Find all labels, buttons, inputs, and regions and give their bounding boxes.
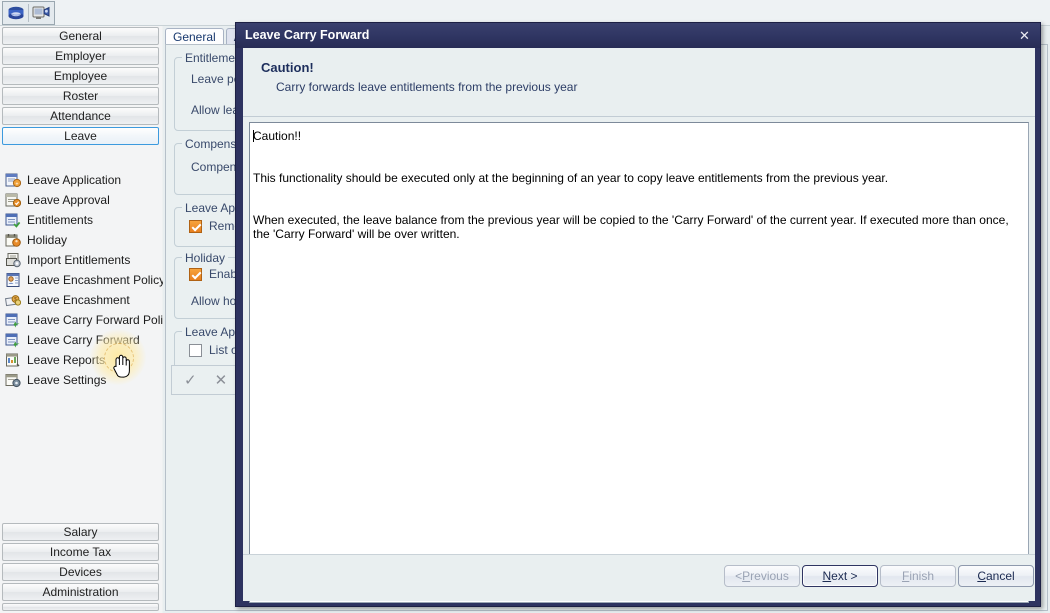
sidebar-top-nav: General Employer Employee Roster Attenda… (0, 26, 162, 147)
sidebar-item-leave-encashment-policy[interactable]: Leave Encashment Policy (0, 270, 166, 290)
sidebar-leaf-list: + Leave Application Leave Approval Entit… (0, 170, 175, 390)
dialog-banner: Caution! Carry forwards leave entitlemen… (243, 48, 1035, 117)
sidebar-nav-income-tax[interactable]: Income Tax (2, 543, 159, 561)
dialog-body: Caution! Carry forwards leave entitlemen… (243, 48, 1035, 603)
dialog-footer: < Previous Next > Finish Cancel (243, 554, 1035, 601)
sidebar-nav-general[interactable]: General (2, 27, 159, 45)
sidebar-item-leave-carry-forward-policy[interactable]: Leave Carry Forward Policy (0, 310, 175, 330)
sidebar-item-leave-settings[interactable]: Leave Settings (0, 370, 162, 390)
group-title: Holiday (182, 251, 229, 265)
sidebar-item-holiday[interactable]: Holiday (0, 230, 162, 250)
previous-button[interactable]: < Previous (724, 565, 800, 587)
sidebar-nav-roster[interactable]: Roster (2, 87, 159, 105)
sidebar: General Employer Employee Roster Attenda… (0, 26, 175, 613)
banner-heading: Caution! (261, 60, 314, 75)
banner-subheading: Carry forwards leave entitlements from t… (276, 80, 578, 94)
camera-monitor-icon[interactable] (29, 3, 53, 24)
checkbox-list-only[interactable] (189, 344, 202, 357)
sidebar-item-label: Leave Carry Forward Policy (27, 313, 176, 327)
checkbox-enable[interactable] (189, 268, 202, 281)
dialog-text-area[interactable]: Caution!! This functionality should be e… (249, 122, 1029, 603)
sidebar-item-label: Leave Encashment (27, 293, 130, 307)
sidebar-item-label: Leave Carry Forward (27, 333, 140, 347)
leave-carry-forward-icon (5, 332, 21, 348)
sidebar-item-label: Leave Approval (27, 193, 110, 207)
application-window: General Employer Employee Roster Attenda… (0, 0, 1050, 613)
book-database-icon[interactable] (4, 3, 28, 24)
cross-icon[interactable]: ✕ (215, 371, 228, 389)
sidebar-item-leave-approval[interactable]: Leave Approval (0, 190, 162, 210)
leave-approval-icon (5, 192, 22, 208)
leave-reports-icon (5, 352, 21, 368)
cancel-button[interactable]: Cancel (958, 565, 1034, 587)
sidebar-item-label: Import Entitlements (27, 253, 131, 267)
leave-carry-forward-dialog: Leave Carry Forward ✕ Caution! Carry for… (235, 22, 1041, 607)
dialog-text-line-3: When executed, the leave balance from th… (253, 213, 1009, 241)
sidebar-item-label: Leave Application (27, 173, 122, 187)
sidebar-item-leave-encashment[interactable]: $ Leave Encashment (0, 290, 162, 310)
entitlements-icon (5, 212, 21, 228)
dialog-title-text: Leave Carry Forward (245, 28, 370, 42)
sidebar-item-label: Leave Settings (27, 373, 107, 387)
finish-button[interactable]: Finish (880, 565, 956, 587)
checkbox-remove[interactable] (189, 220, 202, 233)
dialog-text-line-2: This functionality should be executed on… (253, 171, 889, 185)
dialog-text-line-1: Caution!! (253, 129, 302, 143)
sidebar-item-leave-reports[interactable]: Leave Reports (0, 350, 162, 370)
close-icon[interactable]: ✕ (1016, 27, 1033, 44)
sidebar-nav-employer[interactable]: Employer (2, 47, 159, 65)
next-button[interactable]: Next > (802, 565, 878, 587)
sidebar-nav-employee[interactable]: Employee (2, 67, 159, 85)
leave-encashment-policy-icon (5, 272, 21, 288)
sidebar-item-label: Leave Reports (27, 353, 106, 367)
sidebar-item-import-entitlements[interactable]: Import Entitlements (0, 250, 162, 270)
sidebar-item-label: Leave Encashment Policy (27, 273, 166, 287)
svg-text:+: + (16, 181, 19, 187)
leave-settings-icon (5, 372, 21, 388)
sidebar-item-label: Holiday (27, 233, 68, 247)
leave-encashment-icon: $ (4, 292, 22, 308)
sidebar-bottom-nav: Salary Income Tax Devices Administration (0, 522, 162, 613)
sidebar-nav-attendance[interactable]: Attendance (2, 107, 159, 125)
leave-application-icon: + (5, 172, 22, 188)
dialog-title-bar: Leave Carry Forward (236, 23, 1040, 48)
sidebar-item-leave-application[interactable]: + Leave Application (0, 170, 162, 190)
toolbar-button-group (2, 1, 55, 25)
sidebar-nav-partial[interactable] (2, 603, 159, 611)
import-entitlements-icon (5, 252, 21, 268)
sidebar-nav-salary[interactable]: Salary (2, 523, 159, 541)
sidebar-nav-devices[interactable]: Devices (2, 563, 159, 581)
tab-general[interactable]: General (165, 28, 224, 45)
holiday-icon (5, 232, 21, 248)
sidebar-nav-administration[interactable]: Administration (2, 583, 159, 601)
leave-carry-forward-policy-icon (5, 312, 21, 328)
sidebar-item-entitlements[interactable]: Entitlements (0, 210, 162, 230)
sidebar-item-leave-carry-forward[interactable]: Leave Carry Forward (0, 330, 162, 350)
checkmark-icon[interactable]: ✓ (184, 371, 197, 389)
sidebar-item-label: Entitlements (27, 213, 94, 227)
sidebar-nav-leave[interactable]: Leave (2, 127, 159, 145)
